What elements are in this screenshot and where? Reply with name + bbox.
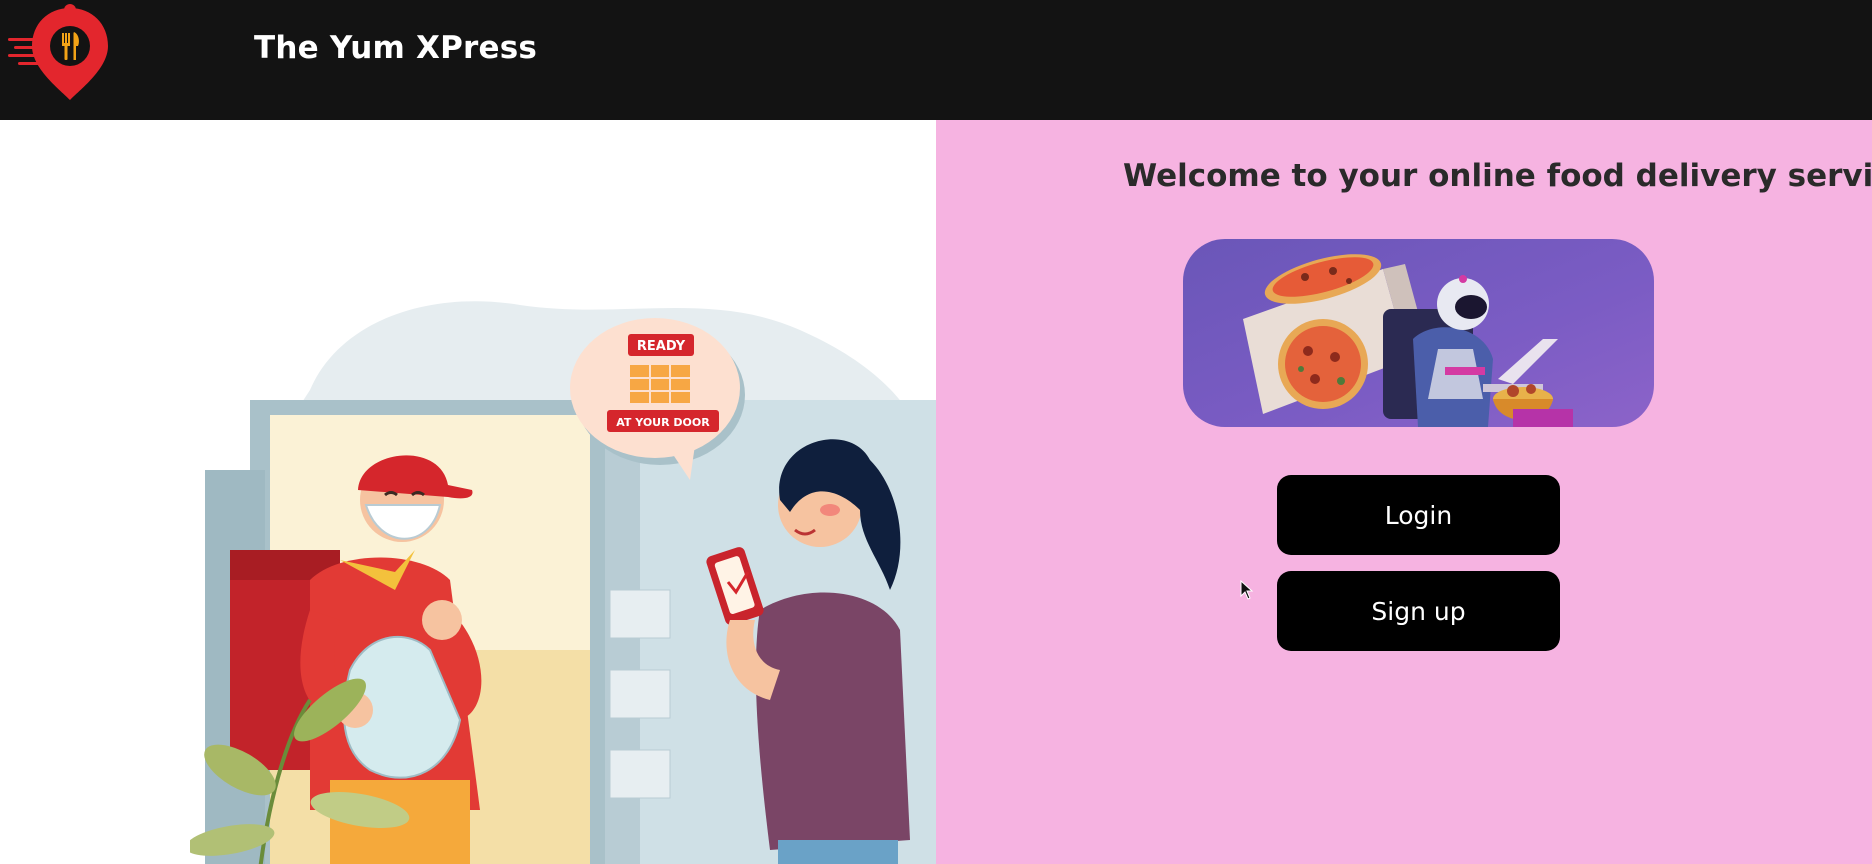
bubble-ready-text: READY [637,339,686,354]
bubble-door-text: AT YOUR DOOR [616,416,710,429]
location-pin-cutlery-icon[interactable] [0,0,120,110]
login-button[interactable]: Login [1277,475,1560,555]
brand-title: The Yum XPress [254,30,538,66]
mouse-cursor-icon [1240,580,1254,600]
signup-button[interactable]: Sign up [1277,571,1560,651]
navbar: The Yum XPress [0,0,1872,120]
astronaut-pizza-delivery-banner [1183,239,1654,427]
welcome-panel: Welcome to your online food delivery ser… [936,120,1872,864]
welcome-heading: Welcome to your online food delivery ser… [1123,158,1872,194]
delivery-illustration: READY AT YOUR DOOR [190,301,936,864]
hero-panel: READY AT YOUR DOOR [0,120,936,864]
